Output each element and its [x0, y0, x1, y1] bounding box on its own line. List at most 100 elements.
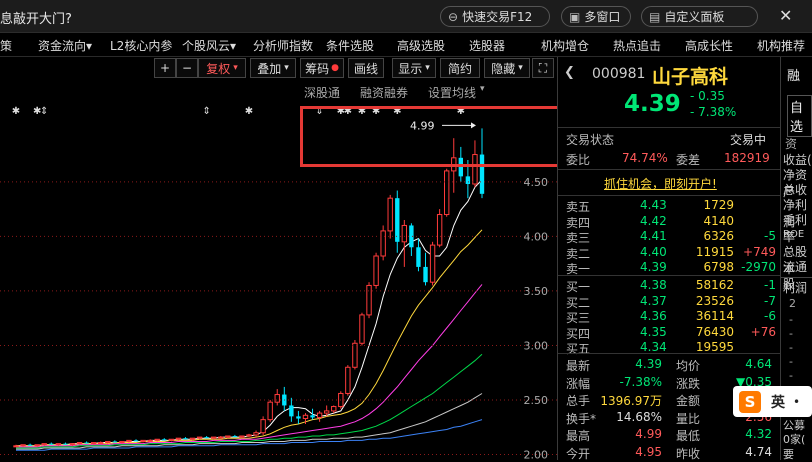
- candle-body: [310, 415, 315, 418]
- candle-body: [27, 444, 33, 446]
- candle-body: [260, 419, 266, 434]
- menu-item-strategy[interactable]: 策: [0, 37, 12, 54]
- sell-level-4[interactable]: 卖四 4.42 4140: [558, 213, 780, 230]
- candle-body: [126, 439, 132, 442]
- menu-item-recommend[interactable]: 机构推荐: [757, 37, 805, 54]
- candle-body: [204, 437, 209, 439]
- close-icon[interactable]: ✕: [779, 6, 792, 25]
- menu-item-conditional[interactable]: 条件选股: [326, 37, 374, 54]
- multi-window-button[interactable]: ▣ 多窗口: [561, 6, 631, 27]
- stock-name[interactable]: 山子高科: [652, 62, 728, 89]
- custom-panel-button[interactable]: ▤ 自定义面板: [641, 6, 758, 27]
- arrow-head-icon: [471, 122, 476, 129]
- news-headline[interactable]: 息敲开大门?: [0, 8, 72, 27]
- menu-item-analyst[interactable]: 分析师指数: [253, 37, 313, 54]
- margin-badge[interactable]: 融: [787, 65, 800, 84]
- candle-body: [168, 438, 175, 441]
- menu-item-stock-news[interactable]: 个股风云▾: [182, 37, 236, 54]
- menu-item-institution-add[interactable]: 机构增仓: [541, 37, 589, 54]
- candle-body: [41, 443, 47, 446]
- trade-status-label: 交易状态: [566, 133, 615, 147]
- menu-bar: 策 资金流向▾ L2核心内参 个股风云▾ 分析师指数 条件选股 高级选股 选股器…: [0, 33, 812, 57]
- y-tick-label: 2.50: [524, 394, 549, 407]
- zoom-in-button[interactable]: +: [154, 58, 176, 78]
- info-value: 2: [789, 297, 796, 310]
- fullscreen-button[interactable]: ⛶: [532, 58, 554, 78]
- chart-subtoolbar: 深股通 融资融券 设置均线 ▾: [0, 81, 558, 101]
- profit-tab[interactable]: 利润: [783, 279, 807, 296]
- caret-down-icon: ▾: [425, 63, 430, 73]
- hide-button[interactable]: 隐藏 ▾: [484, 58, 530, 78]
- promo-row[interactable]: 抓住机会，即刻开户!: [558, 173, 780, 193]
- zoom-out-button[interactable]: −: [176, 58, 198, 78]
- price-change-pct: - 7.38%: [690, 105, 737, 119]
- set-ma-link[interactable]: 设置均线: [428, 84, 476, 101]
- restore-rights-button[interactable]: 复权 ▾: [198, 58, 246, 78]
- ime-toolbar[interactable]: S 英 •: [733, 386, 812, 417]
- candle-body: [147, 439, 153, 442]
- kline-chart[interactable]: ✱ ✱⇕ ⇕ ✱ ⇕ ✱✱ ✱ ✱ ✱ ✱ 4.504.003.503.002.502.00 4.…: [0, 100, 558, 460]
- candle-body: [331, 406, 337, 412]
- caret-down-icon: ▾: [480, 84, 485, 94]
- sell-level-5[interactable]: 卖五 4.43 1729: [558, 197, 780, 214]
- quick-trade-button[interactable]: ⊖ 快速交易F12: [440, 6, 550, 27]
- sell-level-2[interactable]: 卖二 4.40 11915 +749: [558, 244, 780, 261]
- draw-line-button[interactable]: 画线: [348, 58, 384, 78]
- candle-body: [423, 266, 428, 283]
- stat-value: 4.95: [635, 444, 662, 459]
- info-value: -: [789, 355, 793, 368]
- menu-item-hot[interactable]: 热点追击: [613, 37, 661, 54]
- candle-body: [189, 437, 196, 440]
- candle-body: [429, 244, 436, 283]
- simple-button[interactable]: 简约: [440, 58, 480, 78]
- ime-mode[interactable]: 英: [771, 392, 785, 412]
- candle-body: [162, 439, 167, 441]
- chevron-left-icon[interactable]: ❮: [564, 65, 575, 80]
- candle-body: [274, 394, 280, 403]
- menu-item-fund-flow[interactable]: 资金流向▾: [38, 37, 92, 54]
- candle-body: [416, 247, 421, 267]
- chips-button[interactable]: 筹码 ●: [300, 58, 344, 78]
- menu-item-l2[interactable]: L2核心内参: [110, 37, 172, 54]
- info-value: -: [789, 313, 793, 326]
- trade-status-row: 交易状态 交易中: [558, 130, 780, 147]
- title-bar: 息敲开大门? ⊖ 快速交易F12 ▣ 多窗口 ▤ 自定义面板 ✕: [0, 0, 812, 33]
- margin-trading-link[interactable]: 融资融券: [360, 84, 408, 101]
- overlay-button[interactable]: 叠加 ▾: [250, 58, 296, 78]
- event-marker-icon: ✱: [372, 106, 380, 117]
- stat-value: 4.74: [745, 444, 772, 459]
- stock-code: 000981: [592, 66, 646, 82]
- ma-line: [16, 393, 483, 450]
- sell-level-1[interactable]: 卖一 4.39 6798 -2970: [558, 259, 780, 276]
- sh-sz-connect-link[interactable]: 深股通: [304, 84, 340, 101]
- buy-level-2[interactable]: 买二 4.37 23526 -7: [558, 293, 780, 310]
- promo-link[interactable]: 抓住机会，即刻开户!: [604, 175, 717, 192]
- add-watchlist-button[interactable]: 自选: [787, 95, 812, 137]
- menu-item-advanced[interactable]: 高级选股: [397, 37, 445, 54]
- level-volume: 23526: [695, 293, 734, 308]
- y-tick-label: 4.00: [524, 230, 549, 243]
- info-value: -: [789, 327, 793, 340]
- ime-more-icon[interactable]: •: [793, 395, 800, 409]
- red-dot-icon: ●: [331, 63, 339, 73]
- level-price: 4.35: [640, 324, 667, 339]
- stat-value: 14.68%: [616, 409, 662, 424]
- stat-row: 今开 4.95 昨收 4.74: [558, 444, 780, 461]
- menu-item-selector[interactable]: 选股器: [469, 37, 505, 54]
- candle-body: [119, 440, 125, 444]
- buy-level-1[interactable]: 买一 4.38 58162 -1: [558, 277, 780, 294]
- buy-level-3[interactable]: 买三 4.36 36114 -6: [558, 308, 780, 325]
- y-tick-label: 3.00: [524, 339, 549, 352]
- divider: [558, 275, 780, 276]
- menu-item-growth[interactable]: 高成长性: [685, 37, 733, 54]
- candle-body: [444, 170, 450, 216]
- buy-level-4[interactable]: 买四 4.35 76430 +76: [558, 324, 780, 341]
- candle-body: [239, 435, 245, 438]
- candle-body: [133, 440, 139, 442]
- candle-body: [84, 442, 89, 444]
- sell-level-3[interactable]: 卖三 4.41 6326 -5: [558, 228, 780, 245]
- stat-row: 最高 4.99 最低 4.32: [558, 426, 780, 443]
- caret-down-icon: ▾: [518, 63, 523, 73]
- info-label: 资: [785, 137, 798, 151]
- display-button[interactable]: 显示 ▾: [392, 58, 436, 78]
